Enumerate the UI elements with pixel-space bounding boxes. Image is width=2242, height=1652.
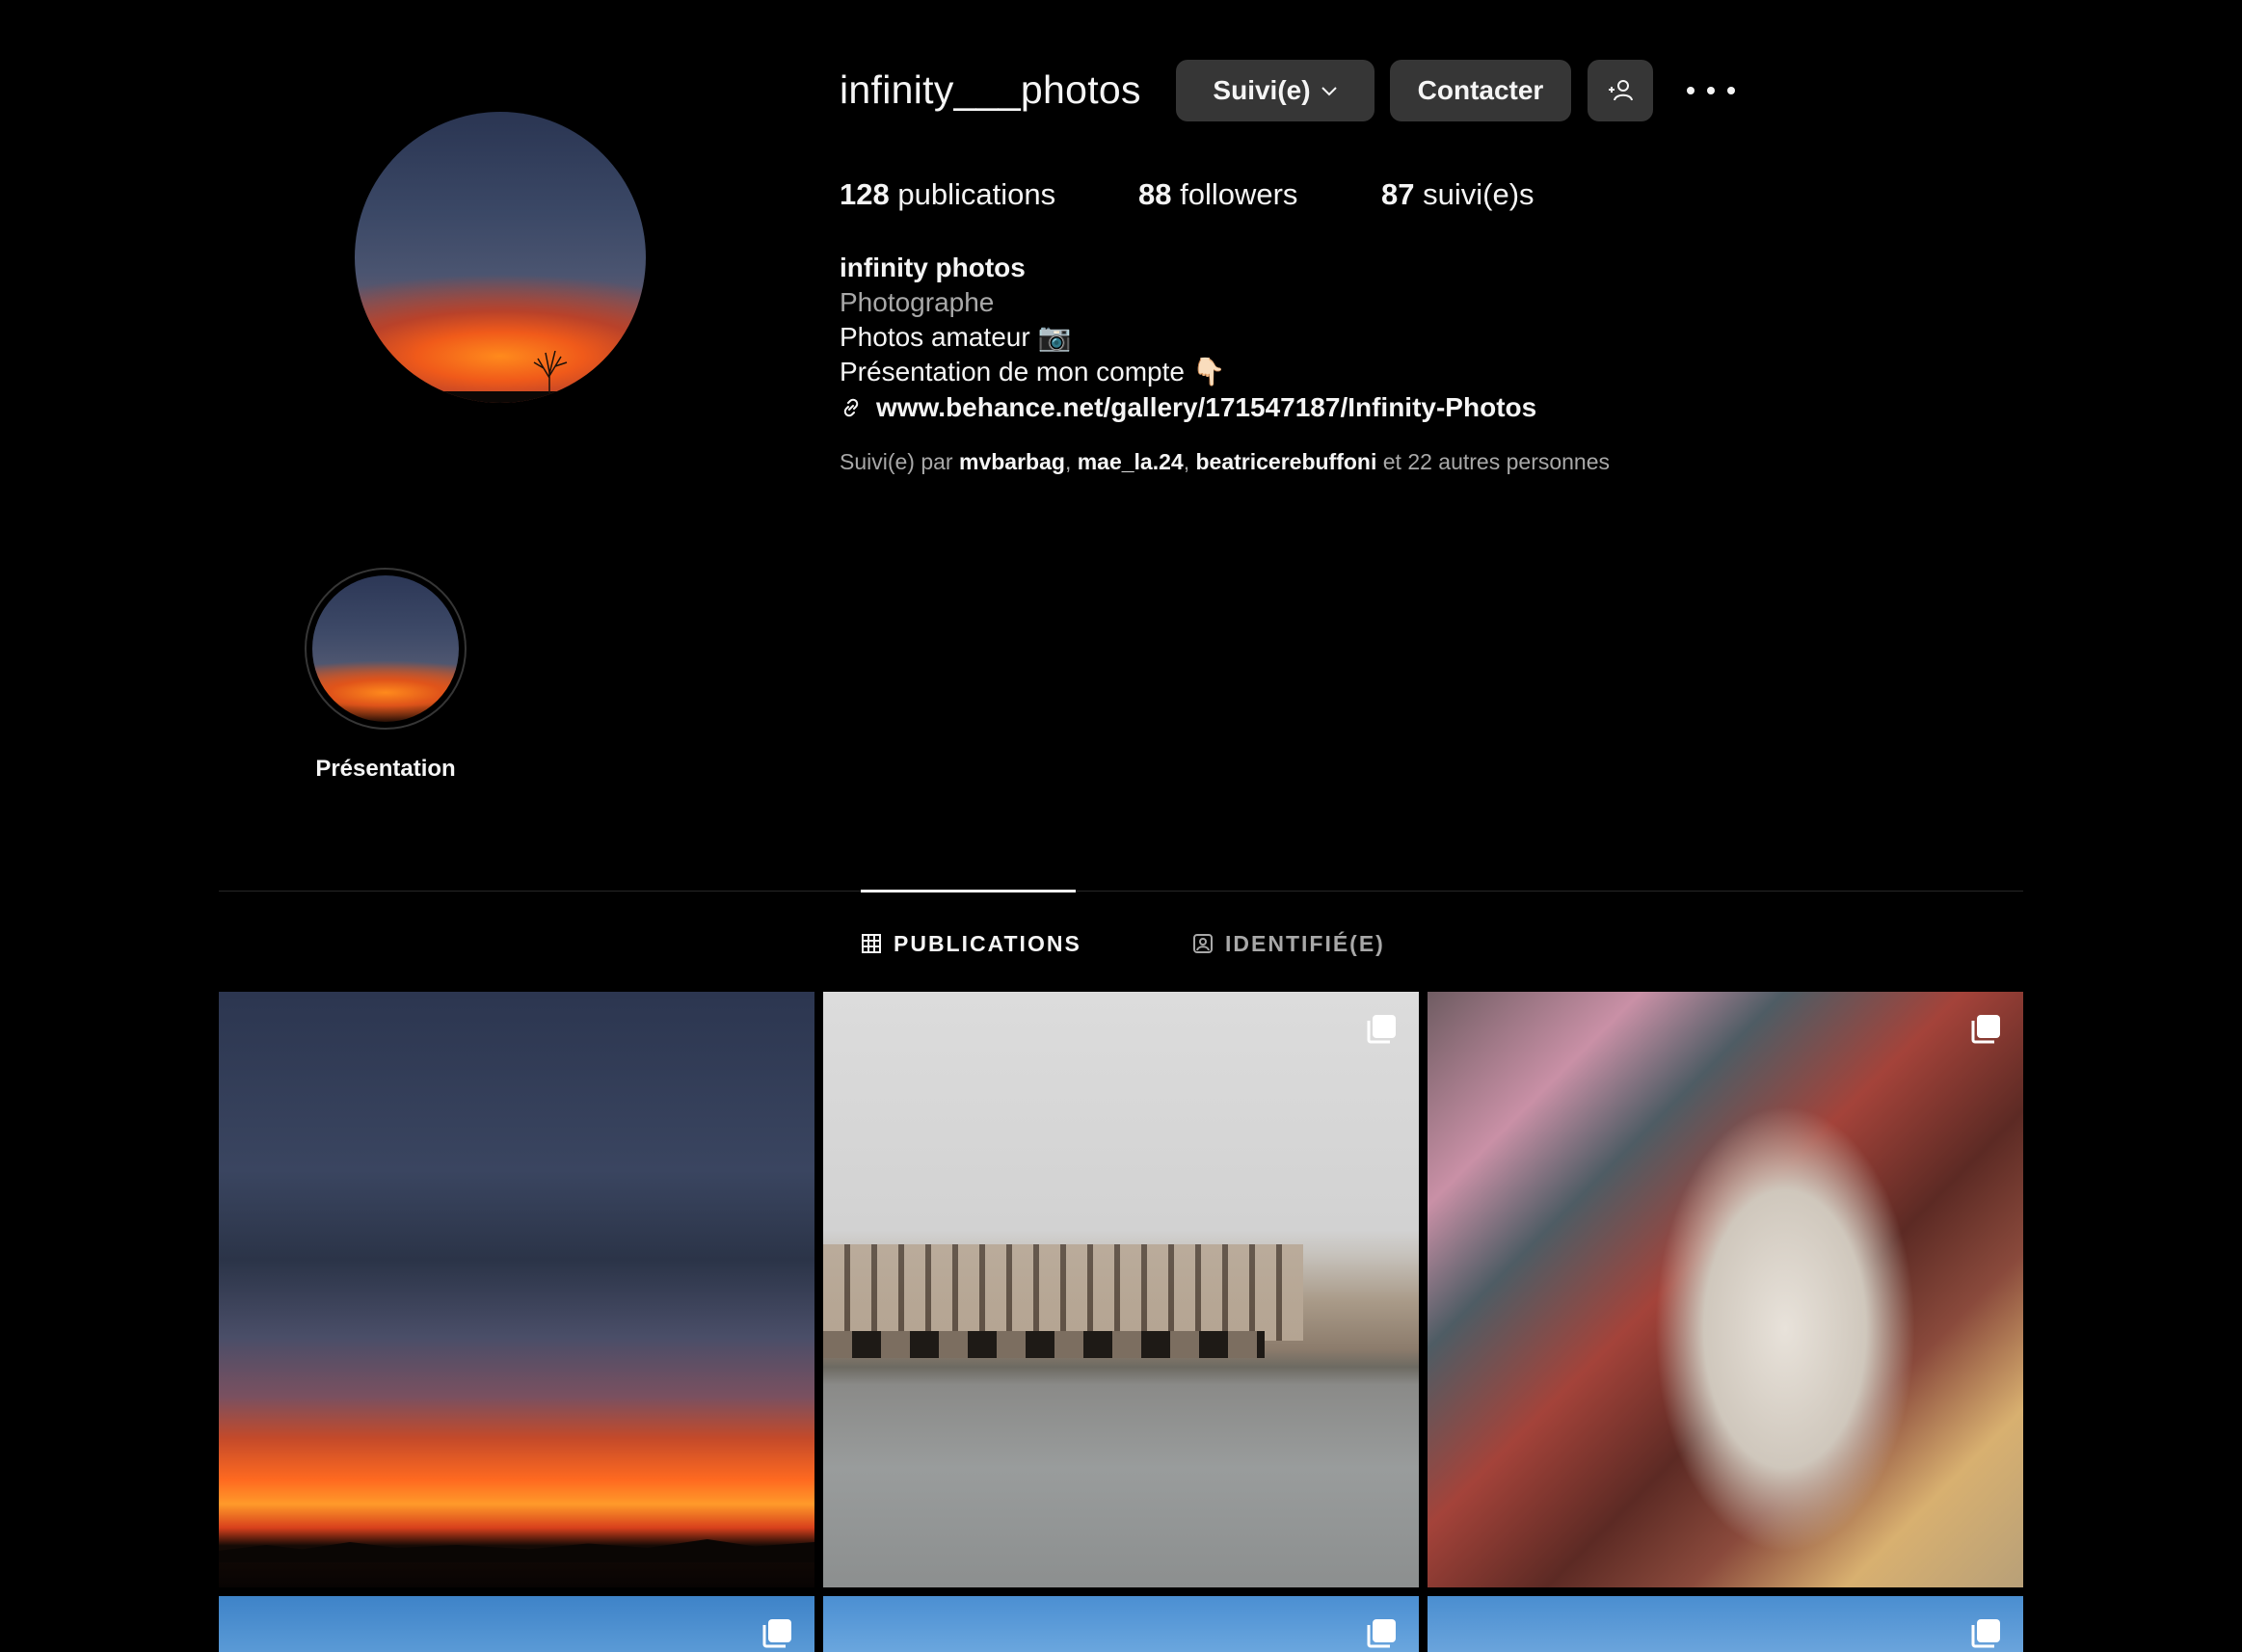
tagged-icon bbox=[1193, 934, 1213, 953]
tabs-divider bbox=[219, 891, 2023, 892]
followers-count[interactable]: 88 followers bbox=[1138, 177, 1297, 212]
following-button[interactable]: Suivi(e) bbox=[1176, 60, 1375, 121]
followed-by-user[interactable]: beatricerebuffoni bbox=[1195, 449, 1376, 474]
carousel-icon bbox=[1367, 1619, 1396, 1648]
carousel-icon bbox=[1971, 1015, 2000, 1044]
active-tab-indicator bbox=[861, 890, 1076, 893]
highlight-thumbnail[interactable] bbox=[312, 575, 459, 722]
tab-tagged[interactable]: IDENTIFIÉ(E) bbox=[1192, 929, 1385, 958]
tab-publications-label: PUBLICATIONS bbox=[894, 930, 1081, 956]
bio-line-2: Présentation de mon compte 👇🏻 bbox=[840, 357, 1226, 386]
grid-icon bbox=[862, 934, 881, 953]
profile-username: infinity___photos bbox=[840, 67, 1141, 112]
post-thumbnail[interactable] bbox=[219, 1596, 814, 1652]
bio-link[interactable]: www.behance.net/gallery/171547187/Infini… bbox=[840, 390, 1536, 425]
post-thumbnail[interactable] bbox=[823, 992, 1419, 1587]
post-thumbnail[interactable] bbox=[219, 992, 814, 1587]
carousel-icon bbox=[1367, 1015, 1396, 1044]
carousel-icon bbox=[1971, 1619, 2000, 1648]
posts-count: 128 publications bbox=[840, 177, 1056, 211]
more-options-icon[interactable] bbox=[1687, 73, 1735, 108]
followed-by-user[interactable]: mvbarbag bbox=[959, 449, 1065, 474]
suggested-users-button[interactable] bbox=[1588, 60, 1653, 121]
highlight-label: Présentation bbox=[315, 756, 456, 782]
contact-button-label: Contacter bbox=[1417, 75, 1544, 105]
profile-avatar[interactable] bbox=[355, 112, 646, 403]
followed-by-user[interactable]: mae_la.24 bbox=[1078, 449, 1184, 474]
post-thumbnail[interactable] bbox=[1428, 992, 2023, 1587]
add-user-icon bbox=[1609, 80, 1633, 101]
bio-line-1: Photos amateur 📷 bbox=[840, 322, 1072, 352]
post-thumbnail[interactable] bbox=[1428, 1596, 2023, 1652]
carousel-icon bbox=[762, 1619, 791, 1648]
profile-display-name: infinity photos bbox=[840, 253, 1026, 282]
post-thumbnail[interactable] bbox=[823, 1596, 1419, 1652]
contact-button[interactable]: Contacter bbox=[1390, 60, 1571, 121]
bio-link-text[interactable]: www.behance.net/gallery/171547187/Infini… bbox=[876, 390, 1536, 425]
tab-tagged-label: IDENTIFIÉ(E) bbox=[1225, 930, 1385, 956]
profile-category: Photographe bbox=[840, 287, 995, 317]
followed-by[interactable]: Suivi(e) par mvbarbag, mae_la.24, beatri… bbox=[840, 449, 1610, 475]
tree-silhouette bbox=[533, 351, 568, 393]
following-button-label: Suivi(e) bbox=[1213, 75, 1311, 105]
link-icon bbox=[843, 398, 859, 417]
following-count[interactable]: 87 suivi(e)s bbox=[1381, 177, 1535, 212]
chevron-down-icon bbox=[1321, 87, 1337, 96]
tab-publications[interactable]: PUBLICATIONS bbox=[861, 929, 1081, 958]
